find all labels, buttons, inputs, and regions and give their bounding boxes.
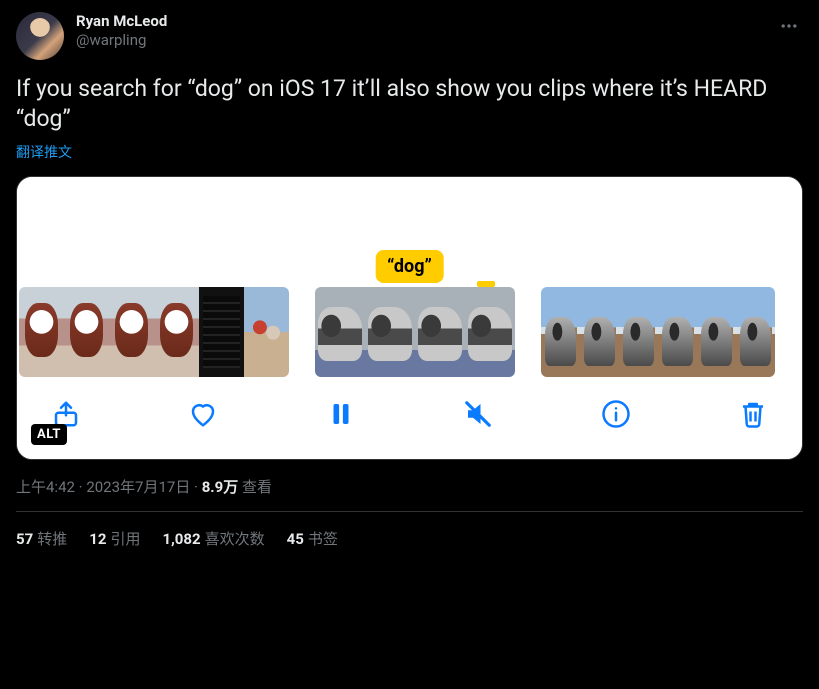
frame-thumb xyxy=(465,287,515,377)
heart-icon xyxy=(188,399,218,429)
caption-badge: “dog” xyxy=(375,250,444,283)
meta-date[interactable]: 2023年7月17日 xyxy=(86,478,190,496)
views-label: 查看 xyxy=(238,478,272,496)
stat-num: 1,082 xyxy=(162,530,200,548)
frame-thumb xyxy=(658,287,697,377)
tweet-header: Ryan McLeod @warpling xyxy=(16,12,803,60)
stat-bookmarks[interactable]: 45书签 xyxy=(287,528,338,549)
frame-thumb xyxy=(619,287,658,377)
pause-button[interactable] xyxy=(326,399,356,429)
stat-likes[interactable]: 1,082 喜欢次数 xyxy=(162,528,264,549)
frame-thumb xyxy=(154,287,199,377)
clip-group[interactable] xyxy=(19,287,289,377)
frame-thumb xyxy=(315,287,365,377)
speaker-muted-icon xyxy=(463,399,493,429)
like-button[interactable] xyxy=(188,399,218,429)
frame-thumb xyxy=(736,287,775,377)
clip-group[interactable] xyxy=(541,287,775,377)
meta-sep: · xyxy=(75,478,86,496)
frame-thumb xyxy=(415,287,465,377)
tweet-stats: 57转推 12引用 1,082 喜欢次数 45书签 xyxy=(16,512,803,565)
stat-retweets[interactable]: 57转推 xyxy=(16,528,67,549)
frame-thumb xyxy=(365,287,415,377)
frame-thumb xyxy=(697,287,736,377)
frame-thumb xyxy=(244,287,289,377)
more-button[interactable] xyxy=(775,12,803,44)
media-card[interactable]: “dog” xyxy=(16,176,803,460)
frame-thumb xyxy=(64,287,109,377)
trash-icon xyxy=(738,399,768,429)
views-count: 8.9万 xyxy=(202,478,239,496)
tweet-container: Ryan McLeod @warpling If you search for … xyxy=(0,0,819,565)
stat-num: 12 xyxy=(89,530,106,548)
meta-time[interactable]: 上午4:42 xyxy=(16,478,75,496)
media-toolbar xyxy=(17,377,802,459)
frame-thumb xyxy=(109,287,154,377)
info-button[interactable] xyxy=(601,399,631,429)
stat-label: 书签 xyxy=(308,530,338,548)
author-names[interactable]: Ryan McLeod @warpling xyxy=(76,12,167,50)
more-icon xyxy=(779,16,799,36)
stat-num: 45 xyxy=(287,530,304,548)
tweet-meta: 上午4:42 · 2023年7月17日 · 8.9万 查看 xyxy=(16,476,803,512)
info-icon xyxy=(601,399,631,429)
mute-button[interactable] xyxy=(463,399,493,429)
frame-thumb xyxy=(19,287,64,377)
frame-thumb xyxy=(199,287,244,377)
video-timeline[interactable] xyxy=(17,287,802,377)
stat-label: 喜欢次数 xyxy=(205,530,265,548)
stat-quotes[interactable]: 12引用 xyxy=(89,528,140,549)
frame-thumb xyxy=(580,287,619,377)
translate-link[interactable]: 翻译推文 xyxy=(16,142,803,162)
clip-group[interactable] xyxy=(315,287,515,377)
user-handle: @warpling xyxy=(76,31,167,50)
tweet-text: If you search for “dog” on iOS 17 it’ll … xyxy=(16,74,803,134)
avatar[interactable] xyxy=(16,12,64,60)
alt-badge[interactable]: ALT xyxy=(31,424,67,445)
media-top: “dog” xyxy=(17,177,802,287)
meta-sep: · xyxy=(190,478,201,496)
display-name: Ryan McLeod xyxy=(76,12,167,31)
stat-num: 57 xyxy=(16,530,33,548)
stat-label: 转推 xyxy=(37,530,67,548)
delete-button[interactable] xyxy=(738,399,768,429)
pause-icon xyxy=(326,399,356,429)
stat-label: 引用 xyxy=(110,530,140,548)
frame-thumb xyxy=(541,287,580,377)
